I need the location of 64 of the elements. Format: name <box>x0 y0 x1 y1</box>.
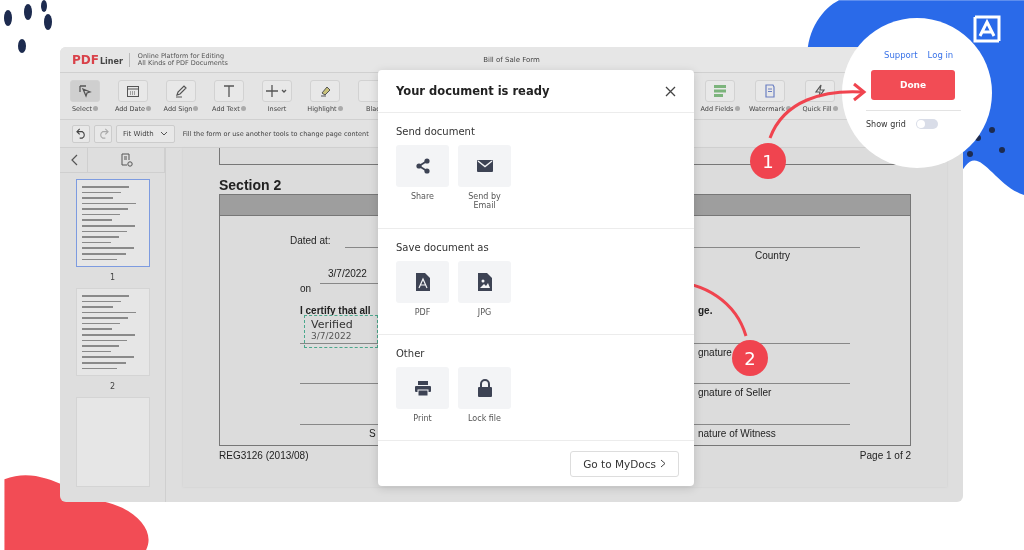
document-gear-icon <box>119 153 133 167</box>
section-heading: Send document <box>396 126 476 137</box>
action-button[interactable] <box>396 261 449 303</box>
form-text: ge. <box>698 305 713 316</box>
form-label: Country <box>755 250 790 261</box>
app-logo: PDF Liner <box>72 52 130 67</box>
lock-icon <box>477 379 492 397</box>
action-button[interactable] <box>458 145 511 187</box>
form-label: gnature of Seller <box>698 387 772 398</box>
pdf-file-icon <box>415 273 430 291</box>
done-button[interactable]: Done <box>871 70 955 100</box>
close-icon <box>665 85 676 97</box>
page-number: 1 <box>109 273 116 282</box>
share-icon <box>414 158 431 174</box>
chevron-left-icon <box>69 154 78 166</box>
toggle-switch[interactable] <box>915 119 938 129</box>
action-label: Lock file <box>468 414 501 423</box>
logo-icon <box>972 14 1002 44</box>
action-button[interactable] <box>396 145 449 187</box>
page-thumbnail[interactable] <box>75 288 150 376</box>
form-text: I certify that all <box>300 305 371 316</box>
form-label: S <box>369 428 376 439</box>
section-heading: Other <box>396 348 426 359</box>
form-label: on <box>300 283 312 294</box>
chevron-right-icon <box>660 459 666 468</box>
chevron-down-icon <box>159 130 168 137</box>
image-file-icon <box>477 273 492 291</box>
calendar-icon <box>126 83 140 98</box>
document-icon <box>763 83 777 98</box>
header-link[interactable]: Log in <box>927 50 954 60</box>
action-label: Send by Email <box>467 192 502 210</box>
action-label: PDF <box>414 308 431 317</box>
action-label: Print <box>413 414 432 423</box>
action-button[interactable] <box>458 261 511 303</box>
verified-stamp: Verified 3/7/2022 <box>304 315 378 348</box>
header-link[interactable]: Support <box>884 50 918 60</box>
action-label: Share <box>410 192 435 201</box>
section-heading: Save document as <box>396 242 490 253</box>
action-button[interactable] <box>458 367 511 409</box>
dialog-title: Your document is ready <box>396 84 550 98</box>
action-label: JPG <box>477 308 492 317</box>
undo-button[interactable] <box>72 124 90 143</box>
envelope-icon <box>476 160 493 172</box>
plus-icon <box>265 83 289 98</box>
form-value: 3/7/2022 <box>328 268 367 279</box>
page-label: Page 1 of 2 <box>859 450 911 461</box>
pen-icon <box>174 83 188 98</box>
mydocs-button[interactable]: Go to MyDocs <box>570 450 679 477</box>
cursor-icon <box>78 83 92 98</box>
text-icon <box>222 83 236 98</box>
close-button[interactable] <box>665 85 676 97</box>
fields-icon <box>713 83 727 98</box>
undo-icon <box>75 128 87 139</box>
form-code: REG3126 (2013/08) <box>219 450 309 461</box>
form-label: nature of Witness <box>698 428 776 439</box>
page-thumbnail[interactable] <box>75 179 150 267</box>
printer-icon <box>414 380 431 396</box>
action-button[interactable] <box>396 367 449 409</box>
section-heading: Section 2 <box>219 177 283 193</box>
form-label: Dated at: <box>290 235 331 246</box>
redo-icon <box>97 128 109 139</box>
page-number: 2 <box>109 382 116 391</box>
show-grid-label: Show grid <box>866 119 906 129</box>
form-label: gnature <box>698 347 732 358</box>
